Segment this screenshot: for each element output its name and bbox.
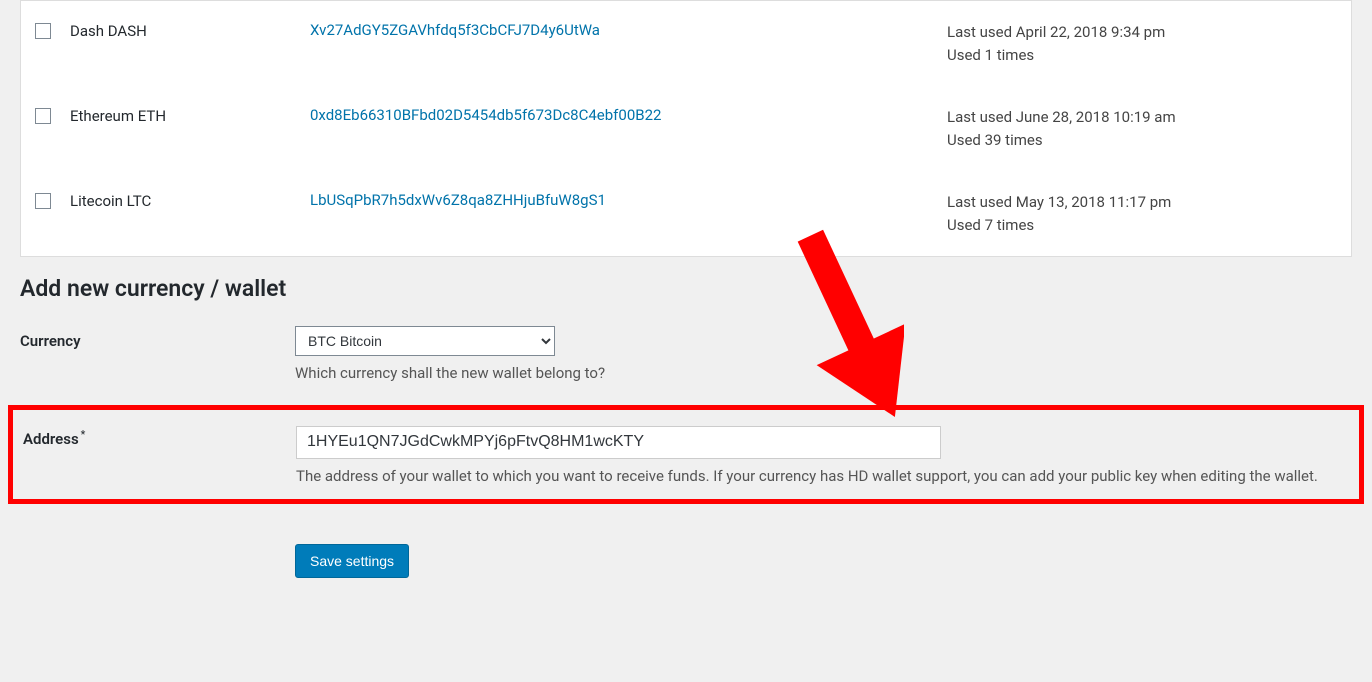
address-input[interactable] <box>296 426 941 459</box>
currency-name: Litecoin LTC <box>70 191 310 210</box>
table-row: Litecoin LTC LbUSqPbR7h5dxWv6Z8qa8ZHHjuB… <box>21 171 1351 256</box>
currency-label: Currency <box>20 326 295 350</box>
last-used-text: Last used June 28, 2018 10:19 am <box>947 106 1337 129</box>
last-used-text: Last used May 13, 2018 11:17 pm <box>947 191 1337 214</box>
usage-cell: Last used April 22, 2018 9:34 pm Used 1 … <box>947 21 1337 66</box>
used-times-text: Used 39 times <box>947 129 1337 152</box>
row-checkbox[interactable] <box>35 23 51 39</box>
address-cell: LbUSqPbR7h5dxWv6Z8qa8ZHHjuBfuW8gS1 <box>310 191 947 209</box>
address-input-cell: The address of your wallet to which you … <box>296 426 1349 488</box>
checkbox-cell <box>35 191 70 209</box>
address-form-row: Address* The address of your wallet to w… <box>8 405 1364 505</box>
address-label: Address <box>23 430 79 448</box>
row-checkbox[interactable] <box>35 108 51 124</box>
last-used-text: Last used April 22, 2018 9:34 pm <box>947 21 1337 44</box>
address-cell: Xv27AdGY5ZGAVhfdq5f3CbCFJ7D4y6UtWa <box>310 21 947 39</box>
address-help-text: The address of your wallet to which you … <box>296 465 1349 488</box>
used-times-text: Used 7 times <box>947 214 1337 237</box>
address-label-cell: Address* <box>23 426 296 448</box>
address-cell: 0xd8Eb66310BFbd02D5454db5f673Dc8C4ebf00B… <box>310 106 947 124</box>
required-indicator: * <box>81 428 86 441</box>
currency-input-cell: BTC Bitcoin Which currency shall the new… <box>295 326 1352 385</box>
usage-cell: Last used June 28, 2018 10:19 am Used 39… <box>947 106 1337 151</box>
wallet-address-link[interactable]: Xv27AdGY5ZGAVhfdq5f3CbCFJ7D4y6UtWa <box>310 21 600 39</box>
checkbox-cell <box>35 106 70 124</box>
currency-select[interactable]: BTC Bitcoin <box>295 326 555 356</box>
currency-name: Ethereum ETH <box>70 106 310 125</box>
save-settings-button[interactable]: Save settings <box>295 544 409 578</box>
checkbox-cell <box>35 21 70 39</box>
section-heading: Add new currency / wallet <box>20 275 1352 302</box>
currency-help-text: Which currency shall the new wallet belo… <box>295 362 1352 385</box>
currency-name: Dash DASH <box>70 21 310 40</box>
wallet-address-link[interactable]: 0xd8Eb66310BFbd02D5454db5f673Dc8C4ebf00B… <box>310 106 661 124</box>
table-row: Dash DASH Xv27AdGY5ZGAVhfdq5f3CbCFJ7D4y6… <box>21 1 1351 86</box>
currency-form-row: Currency BTC Bitcoin Which currency shal… <box>0 326 1372 385</box>
table-row: Ethereum ETH 0xd8Eb66310BFbd02D5454db5f6… <box>21 86 1351 171</box>
row-checkbox[interactable] <box>35 193 51 209</box>
wallet-address-link[interactable]: LbUSqPbR7h5dxWv6Z8qa8ZHHjuBfuW8gS1 <box>310 191 606 209</box>
wallet-table: Dash DASH Xv27AdGY5ZGAVhfdq5f3CbCFJ7D4y6… <box>20 0 1352 257</box>
used-times-text: Used 1 times <box>947 44 1337 67</box>
usage-cell: Last used May 13, 2018 11:17 pm Used 7 t… <box>947 191 1337 236</box>
